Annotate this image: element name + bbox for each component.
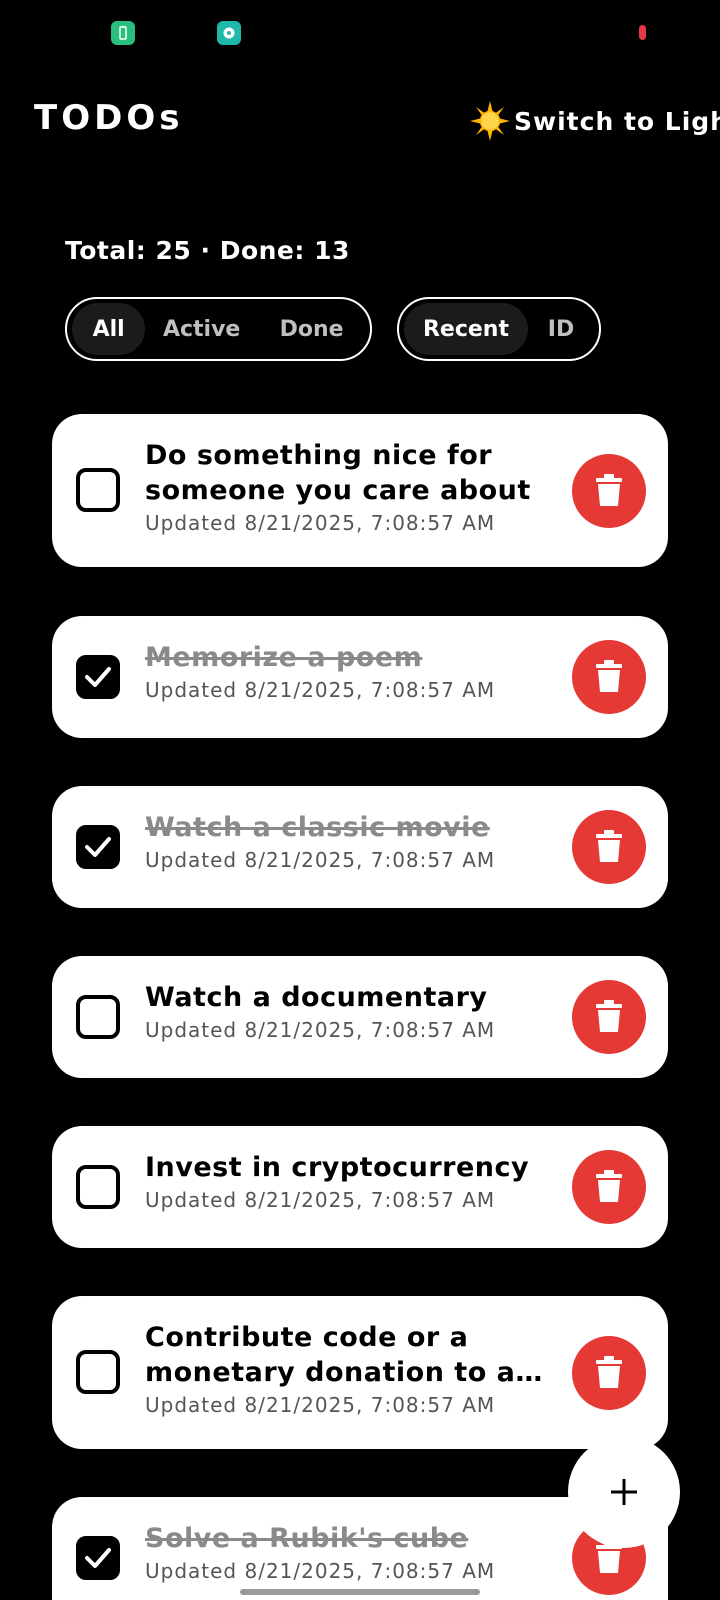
todo-title: Do something nice for someone you care a… bbox=[145, 440, 531, 506]
battery-notification-icon bbox=[111, 21, 135, 45]
todo-updated: Updated 8/21/2025, 7:08:57 AM bbox=[145, 1559, 496, 1583]
sort-id-button[interactable]: ID bbox=[528, 303, 594, 355]
todo-title: Watch a documentary bbox=[145, 982, 488, 1013]
delete-button[interactable] bbox=[572, 454, 646, 528]
todo-checkbox[interactable] bbox=[76, 655, 120, 699]
todo-updated: Updated 8/21/2025, 7:08:57 AM bbox=[145, 1188, 496, 1212]
delete-button[interactable] bbox=[572, 1150, 646, 1224]
check-icon bbox=[85, 667, 111, 687]
delete-button[interactable] bbox=[572, 980, 646, 1054]
add-todo-button[interactable] bbox=[568, 1436, 680, 1548]
todo-item: Watch a documentary Updated 8/21/2025, 7… bbox=[52, 956, 668, 1078]
todo-item: Contribute code or a monetary donation t… bbox=[52, 1296, 668, 1449]
plus-icon bbox=[611, 1479, 637, 1505]
delete-button[interactable] bbox=[572, 1336, 646, 1410]
sun-icon bbox=[470, 101, 510, 141]
todo-checkbox[interactable] bbox=[76, 468, 120, 512]
trash-icon bbox=[596, 830, 622, 862]
recording-indicator bbox=[639, 25, 646, 40]
todo-item: Invest in cryptocurrency Updated 8/21/20… bbox=[52, 1126, 668, 1248]
sort-recent-button[interactable]: Recent bbox=[404, 303, 528, 355]
todo-checkbox[interactable] bbox=[76, 1350, 120, 1394]
todo-title: Watch a classic movie bbox=[145, 812, 490, 843]
filter-segmented-control: All Active Done bbox=[65, 297, 372, 361]
todo-checkbox[interactable] bbox=[76, 1165, 120, 1209]
todo-updated: Updated 8/21/2025, 7:08:57 AM bbox=[145, 511, 496, 535]
todo-item: Do something nice for someone you care a… bbox=[52, 414, 668, 567]
todo-stats: Total: 25 · Done: 13 bbox=[65, 236, 350, 265]
home-indicator[interactable] bbox=[240, 1589, 480, 1595]
delete-button[interactable] bbox=[572, 810, 646, 884]
todo-title: Invest in cryptocurrency bbox=[145, 1152, 530, 1183]
status-bar bbox=[0, 0, 720, 64]
delete-button[interactable] bbox=[572, 640, 646, 714]
todo-updated: Updated 8/21/2025, 7:08:57 AM bbox=[145, 848, 496, 872]
trash-icon bbox=[596, 1000, 622, 1032]
filter-active-button[interactable]: Active bbox=[145, 303, 258, 355]
page-title: TODOs bbox=[34, 98, 184, 138]
theme-toggle-label: Switch to Ligh bbox=[514, 106, 720, 136]
todo-updated: Updated 8/21/2025, 7:08:57 AM bbox=[145, 1018, 496, 1042]
todo-title: Memorize a poem bbox=[145, 642, 423, 673]
sort-segmented-control: Recent ID bbox=[397, 297, 601, 361]
check-icon bbox=[85, 1548, 111, 1568]
todo-title: Solve a Rubik's cube bbox=[145, 1523, 469, 1554]
todo-item: Memorize a poem Updated 8/21/2025, 7:08:… bbox=[52, 616, 668, 738]
todo-checkbox[interactable] bbox=[76, 1536, 120, 1580]
filter-all-button[interactable]: All bbox=[72, 303, 146, 355]
todo-item: Watch a classic movie Updated 8/21/2025,… bbox=[52, 786, 668, 908]
todo-updated: Updated 8/21/2025, 7:08:57 AM bbox=[145, 1393, 496, 1417]
trash-icon bbox=[596, 474, 622, 506]
trash-icon bbox=[596, 660, 622, 692]
todo-checkbox[interactable] bbox=[76, 825, 120, 869]
todo-updated: Updated 8/21/2025, 7:08:57 AM bbox=[145, 678, 496, 702]
filter-done-button[interactable]: Done bbox=[258, 303, 365, 355]
todo-checkbox[interactable] bbox=[76, 995, 120, 1039]
trash-icon bbox=[596, 1170, 622, 1202]
trash-icon bbox=[596, 1356, 622, 1388]
chat-notification-icon bbox=[217, 21, 241, 45]
theme-toggle-button[interactable]: Switch to Ligh bbox=[470, 100, 720, 142]
check-icon bbox=[85, 837, 111, 857]
todo-title: Contribute code or a monetary donation t… bbox=[145, 1322, 536, 1388]
